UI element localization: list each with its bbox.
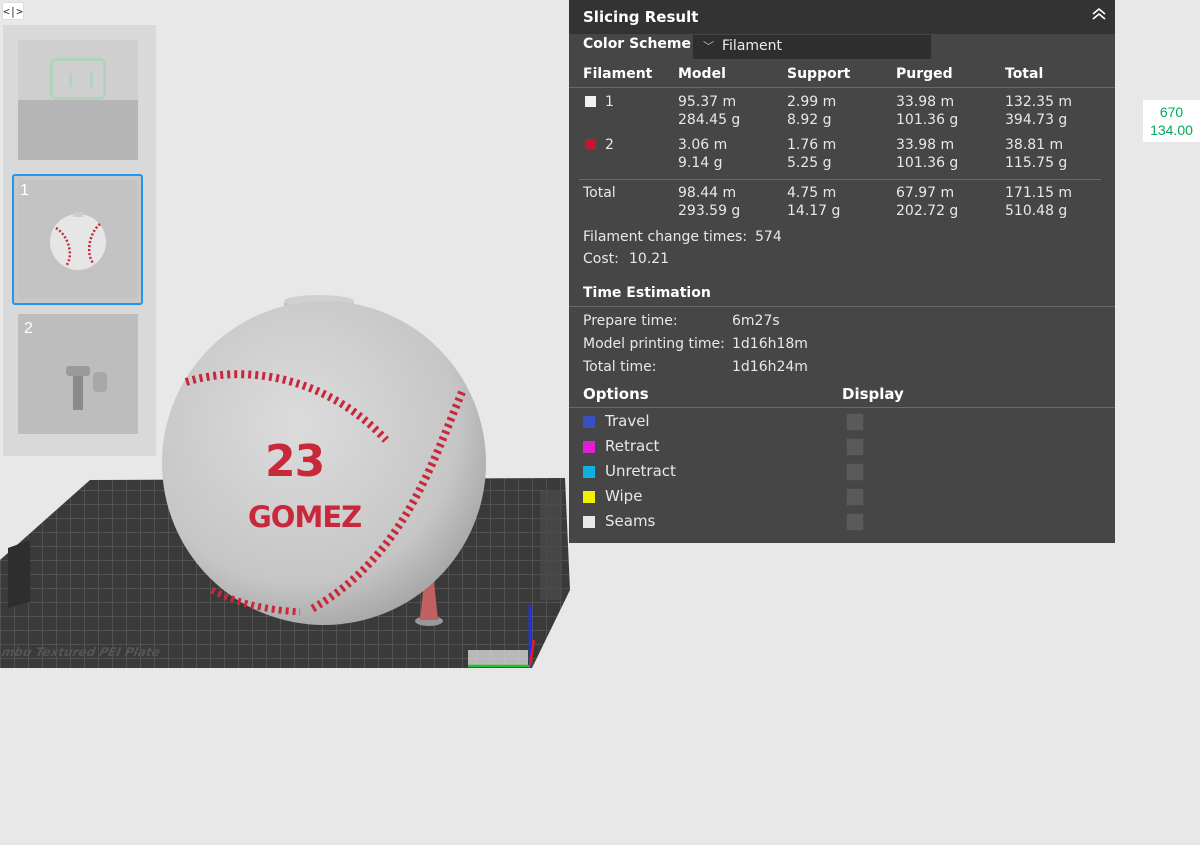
plate-thumbnail-empty[interactable] xyxy=(18,40,138,160)
support-weight: 14.17 g xyxy=(787,203,841,219)
display-checkbox[interactable] xyxy=(846,413,864,431)
total-weight: 115.75 g xyxy=(1005,155,1068,171)
total-time-value: 1d16h24m xyxy=(732,359,808,375)
support-weight: 5.25 g xyxy=(787,155,832,171)
jersey-number: 23 xyxy=(265,436,325,487)
total-length: 171.15 m xyxy=(1005,185,1073,201)
display-checkbox[interactable] xyxy=(846,488,864,506)
panel-title: Slicing Result xyxy=(583,8,699,26)
scale-readout-top: 670 xyxy=(1159,104,1184,120)
color-scheme-value: Filament xyxy=(722,38,783,54)
model-length: 95.37 m xyxy=(678,94,737,110)
bed-label: mbu Textured PEI Plate xyxy=(0,645,162,659)
sidebar-toggle-button[interactable]: <|> xyxy=(2,2,24,20)
total-weight: 394.73 g xyxy=(1005,112,1068,128)
plate-thumbnail-1[interactable]: 1 xyxy=(12,174,143,305)
header-divider xyxy=(569,87,1115,88)
option-label: Seams xyxy=(605,512,656,530)
plate-logo-icon xyxy=(50,58,106,100)
color-scheme-label: Color Scheme xyxy=(583,36,692,52)
baseball-thumbnail-icon xyxy=(50,212,106,270)
purged-weight: 202.72 g xyxy=(896,203,959,219)
filament-color-swatch xyxy=(585,139,596,150)
option-color-swatch xyxy=(583,491,595,503)
screw-parts-icon xyxy=(66,366,107,410)
model-weight: 293.59 g xyxy=(678,203,741,219)
purged-length: 33.98 m xyxy=(896,94,955,110)
collapse-up-icon[interactable] xyxy=(1089,4,1109,24)
display-title: Display xyxy=(842,385,904,403)
model-length: 98.44 m xyxy=(678,185,737,201)
model-printing-time-label: Model printing time: xyxy=(583,336,725,352)
column-header-support: Support xyxy=(787,66,851,82)
column-header-model: Model xyxy=(678,66,726,82)
prepare-time-label: Prepare time: xyxy=(583,313,678,329)
totals-label: Total xyxy=(583,185,616,201)
option-label: Unretract xyxy=(605,462,676,480)
filament-change-label: Filament change times: xyxy=(583,229,748,245)
cost-label: Cost: xyxy=(583,251,619,267)
support-length: 1.76 m xyxy=(787,137,837,153)
column-header-filament: Filament xyxy=(583,66,653,82)
model-weight: 9.14 g xyxy=(678,155,723,171)
purged-weight: 101.36 g xyxy=(896,112,959,128)
time-divider xyxy=(569,306,1115,307)
time-estimation-title: Time Estimation xyxy=(583,285,711,301)
column-header-purged: Purged xyxy=(896,66,953,82)
total-weight: 510.48 g xyxy=(1005,203,1068,219)
option-color-swatch xyxy=(583,516,595,528)
panel-header[interactable]: Slicing Result xyxy=(569,0,1115,34)
color-scheme-dropdown[interactable]: ﹀ Filament xyxy=(693,35,931,59)
player-name: GOMEZ xyxy=(248,500,362,534)
display-checkbox[interactable] xyxy=(846,513,864,531)
purged-length: 33.98 m xyxy=(896,137,955,153)
options-title: Options xyxy=(583,385,649,403)
total-length: 38.81 m xyxy=(1005,137,1064,153)
display-checkbox[interactable] xyxy=(846,463,864,481)
filament-id: 1 xyxy=(605,94,614,110)
model-weight: 284.45 g xyxy=(678,112,741,128)
layer-scale-readout: 670 134.00 xyxy=(1143,100,1200,142)
total-length: 132.35 m xyxy=(1005,94,1073,110)
options-divider xyxy=(569,407,1115,408)
option-label: Wipe xyxy=(605,487,643,505)
purged-length: 67.97 m xyxy=(896,185,955,201)
model-length: 3.06 m xyxy=(678,137,728,153)
cost-value: 10.21 xyxy=(629,251,670,267)
filament-change-value: 574 xyxy=(755,229,782,245)
sidebar-toggle-icon: <|> xyxy=(3,4,23,18)
filament-id: 2 xyxy=(605,137,614,153)
scale-readout-bottom: 134.00 xyxy=(1150,122,1193,138)
model-printing-time-value: 1d16h18m xyxy=(732,336,808,352)
option-color-swatch xyxy=(583,466,595,478)
purged-weight: 101.36 g xyxy=(896,155,959,171)
support-length: 4.75 m xyxy=(787,185,837,201)
totals-divider xyxy=(579,179,1101,180)
option-label: Travel xyxy=(605,412,650,430)
total-time-label: Total time: xyxy=(583,359,657,375)
column-header-total: Total xyxy=(1005,66,1044,82)
prepare-time-value: 6m27s xyxy=(732,313,780,329)
filament-color-swatch xyxy=(585,96,596,107)
option-color-swatch xyxy=(583,416,595,428)
plate-list: 1 2 xyxy=(3,25,156,456)
support-weight: 8.92 g xyxy=(787,112,832,128)
option-label: Retract xyxy=(605,437,660,455)
option-color-swatch xyxy=(583,441,595,453)
support-length: 2.99 m xyxy=(787,94,837,110)
plate-thumbnail-2[interactable]: 2 xyxy=(18,314,138,434)
chevron-down-icon: ﹀ xyxy=(703,40,714,53)
display-checkbox[interactable] xyxy=(846,438,864,456)
slicing-result-panel: Slicing Result Color Scheme ﹀ Filament Fi… xyxy=(569,0,1115,543)
